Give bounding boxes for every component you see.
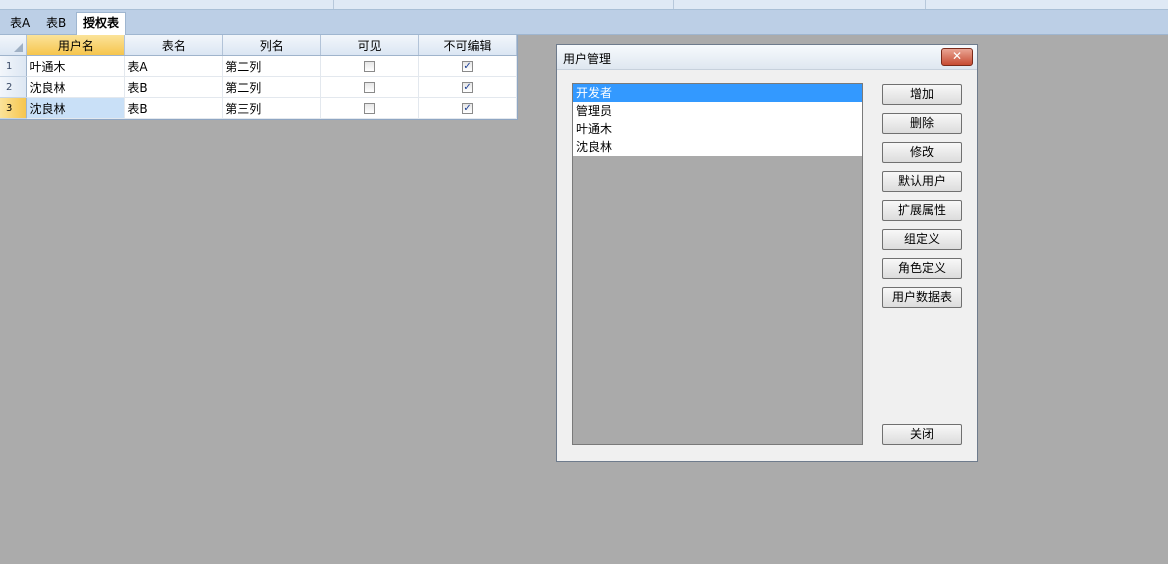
tab-table-a[interactable]: 表A <box>4 13 36 33</box>
edit-button[interactable]: 修改 <box>882 142 962 163</box>
readonly-checkbox[interactable]: ✓ <box>462 82 474 93</box>
table-row[interactable]: 3 沈良林 表B 第三列 ✓ <box>0 97 517 119</box>
close-button[interactable]: 关闭 <box>882 424 962 445</box>
ribbon-separator <box>333 0 334 9</box>
cell-table-name[interactable]: 表B <box>124 76 224 98</box>
delete-button[interactable]: 删除 <box>882 113 962 134</box>
column-header-column-name[interactable]: 列名 <box>222 35 322 56</box>
cell-readonly[interactable]: ✓ <box>418 97 517 119</box>
tab-authorization[interactable]: 授权表 <box>76 12 127 35</box>
cell-username[interactable]: 叶通木 <box>26 55 126 77</box>
extended-properties-button[interactable]: 扩展属性 <box>882 200 962 221</box>
readonly-checkbox[interactable]: ✓ <box>462 61 474 72</box>
row-header[interactable]: 2 <box>0 76 28 98</box>
cell-readonly[interactable]: ✓ <box>418 76 517 98</box>
ribbon-separator <box>673 0 674 9</box>
list-item[interactable]: 管理员 <box>573 102 862 120</box>
group-definition-button[interactable]: 组定义 <box>882 229 962 250</box>
cell-visible[interactable] <box>320 55 420 77</box>
cell-table-name[interactable]: 表A <box>124 55 224 77</box>
column-header-username[interactable]: 用户名 <box>26 35 126 56</box>
select-all-corner[interactable] <box>0 35 28 56</box>
authorization-grid: 用户名 表名 列名 可见 不可编辑 1 叶通木 表A 第二列 ✓ 2 沈良林 表… <box>0 35 518 120</box>
cell-column-name[interactable]: 第二列 <box>222 55 322 77</box>
user-datatable-button[interactable]: 用户数据表 <box>882 287 962 308</box>
visible-checkbox[interactable] <box>364 61 376 72</box>
visible-checkbox[interactable] <box>364 103 376 114</box>
dialog-titlebar[interactable]: 用户管理 ✕ <box>557 45 977 70</box>
row-header[interactable]: 1 <box>0 55 28 77</box>
column-header-table-name[interactable]: 表名 <box>124 35 224 56</box>
close-icon[interactable]: ✕ <box>941 48 973 66</box>
cell-column-name[interactable]: 第二列 <box>222 76 322 98</box>
visible-checkbox[interactable] <box>364 82 376 93</box>
ribbon-strip <box>0 0 1168 10</box>
cell-username[interactable]: 沈良林 <box>26 97 126 119</box>
cell-visible[interactable] <box>320 76 420 98</box>
list-item[interactable]: 沈良林 <box>573 138 862 156</box>
list-item[interactable]: 叶通木 <box>573 120 862 138</box>
list-item[interactable]: 开发者 <box>573 84 862 102</box>
sheet-tab-bar: 表A 表B 授权表 <box>0 10 1168 35</box>
ribbon-separator <box>925 0 926 9</box>
role-definition-button[interactable]: 角色定义 <box>882 258 962 279</box>
tab-table-b[interactable]: 表B <box>40 13 72 33</box>
table-row[interactable]: 2 沈良林 表B 第二列 ✓ <box>0 76 517 98</box>
cell-table-name[interactable]: 表B <box>124 97 224 119</box>
table-row[interactable]: 1 叶通木 表A 第二列 ✓ <box>0 55 517 77</box>
dialog-title: 用户管理 <box>563 52 612 66</box>
user-list[interactable]: 开发者 管理员 叶通木 沈良林 <box>572 83 863 445</box>
cell-column-name[interactable]: 第三列 <box>222 97 322 119</box>
user-management-dialog: 用户管理 ✕ 开发者 管理员 叶通木 沈良林 增加 删除 修改 默认用户 扩展属… <box>556 44 978 462</box>
cell-visible[interactable] <box>320 97 420 119</box>
cell-username[interactable]: 沈良林 <box>26 76 126 98</box>
row-header[interactable]: 3 <box>0 97 28 119</box>
column-header-readonly[interactable]: 不可编辑 <box>418 35 517 56</box>
cell-readonly[interactable]: ✓ <box>418 55 517 77</box>
add-button[interactable]: 增加 <box>882 84 962 105</box>
default-user-button[interactable]: 默认用户 <box>882 171 962 192</box>
readonly-checkbox[interactable]: ✓ <box>462 103 474 114</box>
column-header-visible[interactable]: 可见 <box>320 35 420 56</box>
